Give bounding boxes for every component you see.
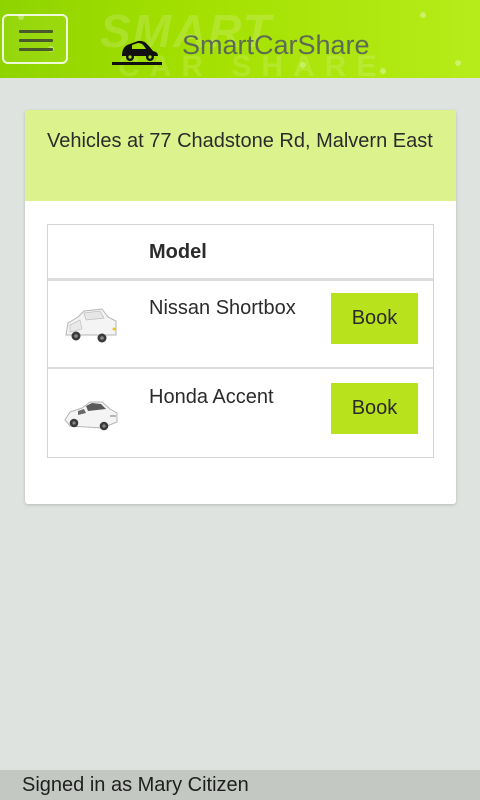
header-dot (420, 12, 426, 18)
book-button[interactable]: Book (331, 293, 418, 344)
hamburger-menu-icon-bar (19, 39, 53, 42)
vehicle-model-name: Nissan Shortbox (149, 297, 296, 319)
car-logo-icon (112, 40, 162, 65)
book-button[interactable]: Book (331, 383, 418, 434)
header-dot (380, 68, 386, 74)
vehicle-table: Model Nissan Shortbox Book Honda Accent … (47, 224, 434, 458)
app-title: SmartCarShare (182, 30, 370, 60)
signed-in-status: Signed in as Mary Citizen (0, 770, 480, 800)
table-row: Nissan Shortbox Book (48, 281, 433, 369)
header-dot (455, 60, 461, 66)
header-dot (300, 62, 306, 68)
hamburger-menu-icon (19, 30, 53, 33)
sedan-icon (64, 401, 118, 431)
table-header: Model (48, 225, 433, 281)
vehicles-card: Vehicles at 77 Chadstone Rd, Malvern Eas… (25, 110, 456, 504)
table-row: Honda Accent Book (48, 370, 433, 458)
app-header: SMART CAR SHARE SmartCarShare (0, 0, 480, 78)
vehicle-model-name: Honda Accent (149, 386, 274, 408)
hamburger-menu-icon-bar (19, 48, 53, 51)
van-icon (65, 308, 117, 343)
column-header-model: Model (149, 241, 207, 263)
hamburger-menu-button[interactable] (2, 14, 68, 64)
location-heading: Vehicles at 77 Chadstone Rd, Malvern Eas… (25, 110, 456, 201)
